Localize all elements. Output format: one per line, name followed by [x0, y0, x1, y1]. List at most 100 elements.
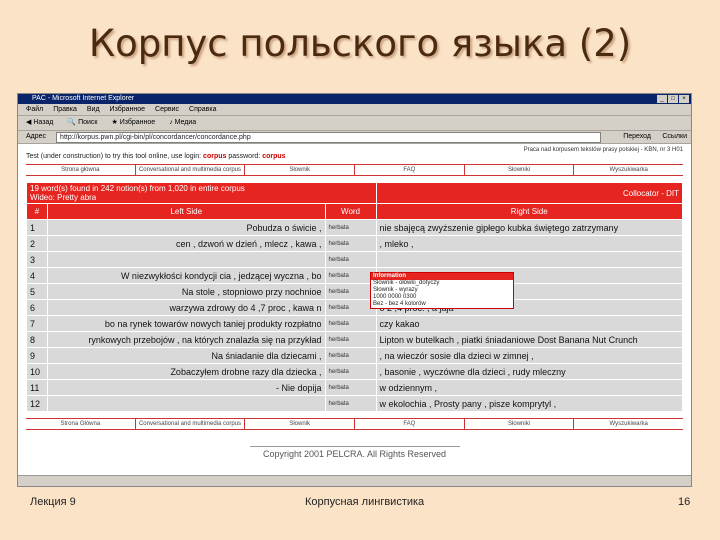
maximize-icon[interactable]: □: [668, 95, 678, 103]
row-right: , basonie , wyczówne dla dzieci , rudy m…: [375, 363, 684, 380]
row-word[interactable]: herbata: [324, 363, 377, 380]
popup-line[interactable]: Słownik - ołówki_dotyczy: [371, 280, 513, 287]
row-word[interactable]: herbata: [324, 235, 377, 252]
menu-item-view[interactable]: Вид: [87, 104, 100, 115]
intro-label: Test (under construction) to try this to…: [26, 153, 202, 160]
col-right: Right Side: [375, 203, 684, 220]
links-label[interactable]: Ссылки: [662, 131, 687, 142]
row-num: 3: [26, 251, 48, 268]
popup-line[interactable]: 1000 0000 0300: [371, 294, 513, 301]
nav-dictionary[interactable]: Słownik: [245, 165, 356, 175]
nav-bottom-dictionaries[interactable]: Słowniki: [465, 419, 575, 429]
address-label: Адрес: [26, 133, 47, 140]
menu-item-tools[interactable]: Сервис: [155, 104, 179, 115]
menu-item-file[interactable]: Файл: [26, 104, 43, 115]
row-num: 10: [26, 363, 48, 380]
row-num: 2: [26, 235, 48, 252]
col-num: #: [26, 203, 48, 220]
media-button[interactable]: ♪ Медиа: [169, 116, 196, 130]
row-num: 4: [26, 267, 48, 284]
row-num: 5: [26, 283, 48, 300]
row-right: , mleko ,: [375, 235, 684, 252]
nav-faq[interactable]: FAQ: [355, 165, 465, 175]
result-sub-text: Wideo: Pretty abra: [30, 193, 97, 202]
row-word[interactable]: herbata: [324, 347, 377, 364]
slide-title: Корпус польского языка (2): [88, 22, 632, 65]
collocator-link[interactable]: Collocator - DIT: [375, 182, 684, 204]
result-count-text: 19 word(s) found in 242 notion(s) from 1…: [30, 184, 245, 193]
browser-toolbar: ◀ Назад 🔍 Поиск ★ Избранное ♪ Медиа: [18, 116, 691, 131]
login-value: corpus: [203, 153, 227, 160]
row-num: 9: [26, 347, 48, 364]
slide-footer-left: Лекция 9: [30, 496, 76, 508]
row-word[interactable]: herbata: [324, 251, 377, 268]
nav-bottom-faq[interactable]: FAQ: [355, 419, 465, 429]
nav-home[interactable]: Strona główna: [26, 165, 136, 175]
row-right: [375, 251, 684, 268]
web-page: Praca nad korpusem tekstów prasy polskie…: [18, 144, 691, 462]
table-row: 11- Nie dopija herbata w odziennym ,: [26, 379, 684, 396]
favorites-button[interactable]: ★ Избранное: [111, 116, 155, 130]
minimize-icon[interactable]: _: [657, 95, 667, 103]
table-row: 7 bo na rynek towarów nowych taniej produ…: [26, 315, 684, 332]
window-titlebar: PAC - Microsoft Internet Explorer _ □ ×: [18, 94, 691, 104]
slide-footer-mid: Корпусная лингвистика: [305, 496, 425, 508]
popup-line[interactable]: Bez - bez 4 kolorów: [371, 301, 513, 308]
row-left: Zobaczyłem drobne razy dla dziecka ,: [47, 363, 326, 380]
media-label: Медиа: [174, 119, 197, 126]
info-popup[interactable]: Information Słownik - ołówki_dotyczy Sło…: [370, 272, 514, 309]
search-button[interactable]: 🔍 Поиск: [67, 116, 97, 130]
row-num: 12: [26, 395, 48, 412]
table-row: 8 rynkowych przebojów , na których znalaz…: [26, 331, 684, 348]
row-left: W niezwykłości kondycji cia , jedzącej w…: [47, 267, 326, 284]
row-word[interactable]: herbata: [324, 331, 377, 348]
menu-item-favorites[interactable]: Избранное: [110, 104, 145, 115]
row-word[interactable]: herbata: [324, 395, 377, 412]
back-label: Назад: [33, 119, 54, 126]
close-icon[interactable]: ×: [679, 95, 689, 103]
row-word[interactable]: herbata: [324, 315, 377, 332]
popup-line[interactable]: Słownik - wyrazy: [371, 287, 513, 294]
row-num: 8: [26, 331, 48, 348]
nav-bottom: Strona Główna Conversational and multime…: [26, 418, 683, 430]
nav-search[interactable]: Wyszukiwarka: [574, 165, 683, 175]
row-word[interactable]: herbata: [324, 219, 377, 236]
nav-multimedia[interactable]: Conversational and multimedia corpus: [136, 165, 246, 175]
row-left: cen , dzwoń w dzień , mlecz , kawa ,: [47, 235, 326, 252]
nav-bottom-search[interactable]: Wyszukiwarka: [574, 419, 683, 429]
table-row: 5 Na stole , stopniowo przy nochnioe herba…: [26, 283, 684, 300]
menu-item-help[interactable]: Справка: [189, 104, 216, 115]
row-left: - Nie dopija: [47, 379, 326, 396]
status-bar: [18, 475, 691, 486]
menu-item-edit[interactable]: Правка: [53, 104, 77, 115]
intro-text: Test (under construction) to try this to…: [26, 153, 683, 160]
table-row: 2 cen , dzwoń w dzień , mlecz , kawa , her…: [26, 235, 684, 252]
row-left: Na śniadanie dla dziecami ,: [47, 347, 326, 364]
row-left: [47, 251, 326, 268]
row-num: 6: [26, 299, 48, 316]
slide-page-number: 16: [678, 496, 691, 508]
row-word[interactable]: herbata: [324, 283, 377, 300]
nav-bottom-multimedia[interactable]: Conversational and multimedia corpus: [136, 419, 246, 429]
nav-bottom-home[interactable]: Strona Główna: [26, 419, 136, 429]
table-row: 9 Na śniadanie dla dziecami , herbata, na …: [26, 347, 684, 364]
table-header-info: 19 word(s) found in 242 notion(s) from 1…: [26, 182, 684, 204]
concordance-table: 19 word(s) found in 242 notion(s) from 1…: [26, 182, 684, 412]
copyright: Copyright 2001 PELCRA. All Rights Reserv…: [249, 446, 460, 459]
row-word[interactable]: herbata: [324, 379, 377, 396]
nav-bottom-dictionary[interactable]: Słownik: [245, 419, 356, 429]
row-right: nie sbajęcą zwyższenie gipłego kubka świ…: [375, 219, 684, 236]
address-input[interactable]: http://korpus.pwn.pl/cgi-bin/pl/concorda…: [56, 132, 601, 143]
menu-bar: Файл Правка Вид Избранное Сервис Справка: [18, 104, 691, 116]
window-controls: _ □ ×: [657, 95, 689, 103]
row-num: 1: [26, 219, 48, 236]
table-row: 4W niezwykłości kondycji cia , jedzącej …: [26, 267, 684, 284]
table-row: 10 Zobaczyłem drobne razy dla dziecka , he…: [26, 363, 684, 380]
go-button[interactable]: Переход: [623, 131, 651, 142]
back-button[interactable]: ◀ Назад: [26, 116, 53, 130]
row-word[interactable]: herbata: [324, 299, 377, 316]
row-word[interactable]: herbata: [324, 267, 377, 284]
table-row: 12 herbata w ekolochia , Prosty pany , pis…: [26, 395, 684, 412]
nav-dictionaries[interactable]: Słowniki: [465, 165, 575, 175]
row-left: Na stole , stopniowo przy nochnioe: [47, 283, 326, 300]
